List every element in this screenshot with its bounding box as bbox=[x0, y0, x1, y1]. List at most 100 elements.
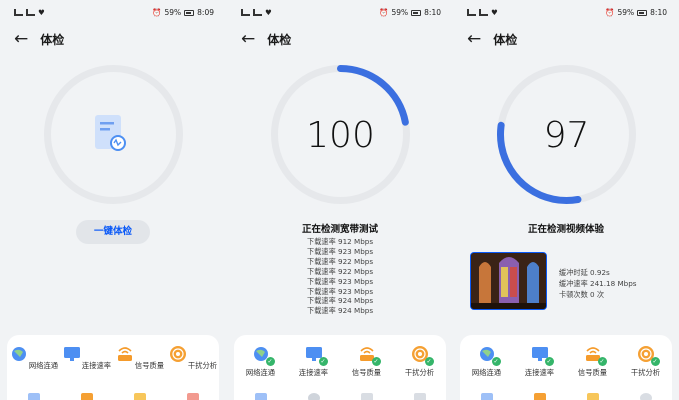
check-items-card: 网络连通 连接速率 信号质量 干扰分析 bbox=[7, 335, 219, 400]
item-label: 连接速率 bbox=[81, 361, 112, 370]
battery-icon bbox=[411, 9, 422, 16]
battery-icon bbox=[184, 9, 195, 16]
speed-line: 下载速率 922 Mbps bbox=[307, 266, 374, 276]
score-value: 100 bbox=[306, 115, 375, 156]
status-bar: ♥ ⏰ 59% 8:10 bbox=[453, 8, 679, 20]
app-icon bbox=[586, 393, 599, 400]
check-icon: ✓ bbox=[318, 357, 328, 366]
item-signal[interactable]: ✓ 信号质量 bbox=[342, 345, 392, 378]
status-bar: ♥ ⏰ 59% 8:09 bbox=[0, 8, 226, 20]
check-items-card: ✓ 网络连通 ✓ 连接速率 ✓ 信号质量 ✓ 干扰分析 bbox=[234, 335, 446, 400]
speed-line: 下载速率 923 Mbps bbox=[307, 276, 374, 286]
item-label: 连接速率 bbox=[524, 368, 555, 377]
item-label: 干扰分析 bbox=[187, 361, 218, 370]
item-label: 网络连通 bbox=[28, 361, 59, 370]
phone-icon bbox=[27, 393, 40, 400]
check-icon: ✓ bbox=[424, 357, 434, 366]
app-icon bbox=[186, 393, 199, 400]
video-stats: 缓冲时延 0.92s 缓冲速率 241.18 Mbps 卡顿次数 0 次 bbox=[559, 267, 637, 300]
item-signal[interactable]: 信号质量 bbox=[115, 345, 165, 371]
app-icon bbox=[413, 393, 426, 400]
item-label: 干扰分析 bbox=[404, 368, 435, 377]
wifi-icon: ♥ bbox=[38, 8, 45, 17]
app-icon bbox=[360, 393, 373, 400]
panel-idle: ♥ ⏰ 59% 8:09 ← 体检 一键体检 网络连通 连接速率 信号质量 干扰分析 bbox=[0, 0, 226, 400]
app-icon bbox=[533, 393, 546, 400]
status-time: 8:10 bbox=[424, 8, 441, 17]
buffer-rate: 缓冲速率 241.18 Mbps bbox=[559, 279, 637, 288]
speed-list: 下载速率 912 Mbps 下载速率 923 Mbps 下载速率 922 Mbp… bbox=[307, 237, 373, 316]
loading-icon bbox=[639, 393, 652, 400]
check-icon: ✓ bbox=[371, 357, 381, 366]
signal-icon bbox=[467, 9, 476, 16]
check-status-text: 正在检测宽带测试 bbox=[301, 224, 378, 235]
battery-percent: 59% bbox=[617, 8, 635, 17]
item-speed[interactable]: ✓ 连接速率 bbox=[289, 345, 339, 378]
speed-line: 下载速率 923 Mbps bbox=[307, 246, 374, 256]
signal-icon bbox=[253, 9, 262, 16]
item-interference[interactable]: ✓ 干扰分析 bbox=[395, 345, 445, 378]
item-interference[interactable]: 干扰分析 bbox=[168, 345, 218, 371]
item-label: 干扰分析 bbox=[630, 368, 661, 377]
score-value: 97 bbox=[543, 115, 590, 156]
item-signal[interactable]: ✓ 信号质量 bbox=[568, 345, 618, 378]
panel-video-test: ♥ ⏰ 59% 8:10 ← 体检 97 正在检测视频体验 缓冲时延 0.92s 缓… bbox=[453, 0, 679, 400]
video-thumbnail bbox=[470, 252, 547, 310]
one-key-check-button[interactable]: 一键体检 bbox=[76, 220, 150, 244]
back-arrow-icon[interactable]: ← bbox=[241, 30, 255, 48]
alarm-icon: ⏰ bbox=[379, 8, 389, 17]
alarm-icon: ⏰ bbox=[152, 8, 162, 17]
status-time: 8:10 bbox=[650, 8, 667, 17]
wifi-icon: ♥ bbox=[265, 8, 272, 17]
monitor-icon bbox=[63, 347, 80, 361]
speed-line: 下载速率 924 Mbps bbox=[307, 306, 374, 316]
item-label: 网络连通 bbox=[245, 368, 276, 377]
item-speed[interactable]: 连接速率 bbox=[62, 345, 112, 371]
buffer-delay: 缓冲时延 0.92s bbox=[559, 268, 610, 277]
battery-percent: 59% bbox=[391, 8, 409, 17]
item-label: 信号质量 bbox=[351, 368, 382, 377]
globe-icon bbox=[11, 347, 26, 361]
item-network[interactable]: 网络连通 bbox=[9, 345, 59, 371]
phone-icon bbox=[480, 393, 493, 400]
item-network[interactable]: ✓ 网络连通 bbox=[462, 345, 512, 378]
item-label: 网络连通 bbox=[471, 368, 502, 377]
check-items-card: ✓ 网络连通 ✓ 连接速率 ✓ 信号质量 ✓ 干扰分析 bbox=[460, 335, 672, 400]
app-icon bbox=[133, 393, 146, 400]
cathedral-image bbox=[471, 253, 546, 309]
signal-icon bbox=[26, 9, 35, 16]
signal-icon bbox=[241, 9, 250, 16]
speed-line: 下载速率 922 Mbps bbox=[307, 256, 374, 266]
speed-line: 下载速率 923 Mbps bbox=[307, 286, 374, 296]
check-icon: ✓ bbox=[265, 357, 275, 366]
signal-icon bbox=[14, 9, 23, 16]
stall-count: 卡顿次数 0 次 bbox=[559, 290, 605, 299]
alarm-icon: ⏰ bbox=[605, 8, 615, 17]
check-icon: ✓ bbox=[491, 357, 501, 366]
loading-icon bbox=[307, 393, 320, 400]
status-bar: ♥ ⏰ 59% 8:10 bbox=[227, 8, 453, 20]
radar-icon bbox=[169, 346, 186, 362]
page-title: 体检 bbox=[493, 32, 518, 47]
signal-icon bbox=[479, 9, 488, 16]
app-icon bbox=[80, 393, 93, 400]
report-icon bbox=[95, 115, 126, 151]
item-interference[interactable]: ✓ 干扰分析 bbox=[621, 345, 671, 378]
status-time: 8:09 bbox=[197, 8, 214, 17]
check-icon: ✓ bbox=[597, 357, 607, 366]
battery-percent: 59% bbox=[164, 8, 182, 17]
item-label: 连接速率 bbox=[298, 368, 329, 377]
phone-icon bbox=[254, 393, 267, 400]
speed-line: 下载速率 924 Mbps bbox=[307, 296, 374, 306]
item-speed[interactable]: ✓ 连接速率 bbox=[515, 345, 565, 378]
item-label: 信号质量 bbox=[134, 361, 165, 370]
page-title: 体检 bbox=[267, 32, 292, 47]
back-arrow-icon[interactable]: ← bbox=[14, 30, 28, 48]
router-icon bbox=[117, 347, 132, 361]
item-network[interactable]: ✓ 网络连通 bbox=[236, 345, 286, 378]
panel-speed-test: ♥ ⏰ 59% 8:10 ← 体检 100 正在检测宽带测试 下载速率 912 Mb… bbox=[227, 0, 453, 400]
back-arrow-icon[interactable]: ← bbox=[467, 30, 481, 48]
check-icon: ✓ bbox=[650, 357, 660, 366]
battery-icon bbox=[637, 9, 648, 16]
wifi-icon: ♥ bbox=[491, 8, 498, 17]
